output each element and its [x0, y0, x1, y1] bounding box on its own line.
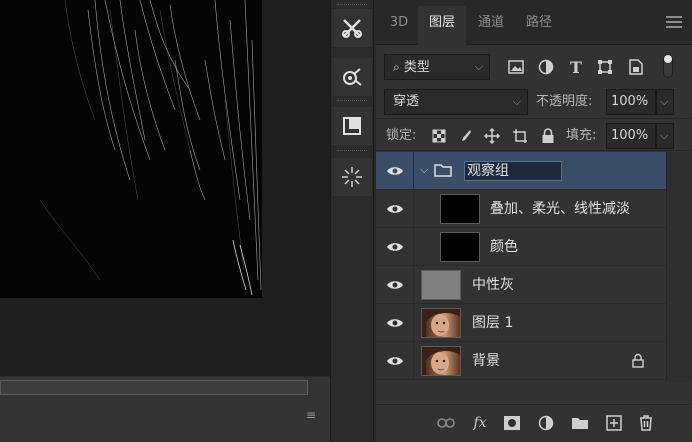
lock-label: 锁定:	[386, 128, 417, 143]
new-layer-icon[interactable]	[604, 413, 624, 433]
fill-label: 填充:	[566, 128, 597, 143]
panel-menu-icon[interactable]	[666, 16, 682, 30]
canvas-area[interactable]	[0, 0, 330, 398]
tab-channels[interactable]: 通道	[468, 10, 514, 45]
layer-row[interactable]: 背景	[376, 342, 666, 380]
status-strip	[0, 398, 330, 442]
hair-image	[0, 0, 262, 298]
document-canvas[interactable]	[0, 0, 262, 298]
layer-row[interactable]: 叠加、柔光、线性减淡	[376, 190, 666, 228]
layer-name: 中性灰	[472, 277, 514, 293]
link-layers-icon[interactable]	[436, 413, 456, 433]
layer-row-group[interactable]: ⌵ 观察组	[376, 152, 666, 190]
blend-mode-value: 穿透	[393, 94, 420, 109]
layer-name: 叠加、柔光、线性减淡	[490, 201, 630, 217]
lock-transparent-icon[interactable]	[430, 127, 448, 145]
eye-icon[interactable]	[376, 228, 414, 266]
search-icon: ⌕	[393, 60, 400, 74]
smart-object-filter-icon[interactable]	[627, 58, 645, 76]
chevron-down-icon: ⌵	[512, 95, 521, 108]
eye-icon[interactable]	[376, 342, 414, 380]
adjustment-layer-icon[interactable]	[536, 413, 556, 433]
blend-mode-select[interactable]: 穿透 ⌵	[384, 89, 528, 115]
panel-collapse-icon[interactable]: ≡	[306, 408, 320, 422]
opacity-dropdown-icon[interactable]: ⌵	[656, 89, 674, 115]
panel-dock	[330, 0, 374, 442]
layer-thumbnail	[440, 232, 480, 262]
layer-thumbnail	[440, 194, 480, 224]
layer-row[interactable]: 图层 1	[376, 304, 666, 342]
image-filter-icon[interactable]	[507, 58, 525, 76]
lock-pixels-icon[interactable]	[456, 127, 474, 145]
dock-grip[interactable]	[337, 4, 367, 6]
horizontal-scrollbar[interactable]	[0, 376, 330, 398]
eye-icon[interactable]	[376, 266, 414, 304]
tab-paths[interactable]: 路径	[516, 10, 562, 45]
fx-icon[interactable]: fx	[470, 413, 490, 433]
tab-3d[interactable]: 3D	[382, 10, 416, 45]
layer-name-input[interactable]: 观察组	[464, 161, 562, 181]
divider	[376, 118, 692, 119]
portrait-thumbnail	[421, 308, 461, 338]
panel-tabs: 3D 图层 通道 路径	[376, 0, 692, 46]
layer-thumbnail	[421, 270, 461, 300]
dock-grip[interactable]	[337, 100, 367, 102]
divider	[376, 150, 692, 151]
filter-kind-value: 类型	[403, 60, 430, 75]
fill-field[interactable]: 100%	[606, 123, 656, 149]
starburst-icon[interactable]	[332, 158, 372, 196]
adjustment-filter-icon[interactable]	[537, 58, 555, 76]
opacity-field[interactable]: 100%	[606, 89, 656, 115]
new-group-icon[interactable]	[570, 413, 590, 433]
layer-row[interactable]: 中性灰	[376, 266, 666, 304]
opacity-label: 不透明度:	[536, 94, 593, 109]
tab-layers[interactable]: 图层	[418, 6, 466, 46]
portrait-thumbnail	[421, 346, 461, 376]
eye-icon[interactable]	[376, 304, 414, 342]
layer-list-scrollbar[interactable]	[666, 152, 692, 382]
chevron-down-icon: ⌵	[474, 60, 483, 73]
layer-name: 背景	[472, 353, 500, 369]
layer-name: 图层 1	[472, 315, 514, 331]
layer-list: ⌵ 观察组 叠加、柔光、线性减淡 颜色 中性灰 图层 1 背景	[376, 152, 666, 382]
delete-layer-icon[interactable]	[636, 413, 656, 433]
chevron-down-icon[interactable]: ⌵	[420, 163, 428, 177]
type-filter-icon[interactable]: T	[567, 58, 585, 77]
add-mask-icon[interactable]	[502, 413, 522, 433]
channel-mixer-icon[interactable]	[332, 58, 372, 96]
layer-row[interactable]: 颜色	[376, 228, 666, 266]
layers-panel: 3D 图层 通道 路径 ⌕ 类型 ⌵ T 穿透 ⌵ 不透明度: 100% ⌵ 锁…	[376, 0, 692, 442]
eye-icon[interactable]	[376, 152, 414, 190]
tools-brush-scissors-icon[interactable]	[332, 9, 372, 47]
lock-all-icon[interactable]	[539, 127, 557, 145]
lock-artboard-icon[interactable]	[511, 127, 529, 145]
filter-kind-select[interactable]: ⌕ 类型 ⌵	[384, 54, 490, 80]
filter-toggle[interactable]	[663, 54, 673, 78]
folder-icon	[434, 163, 452, 181]
lock-position-icon[interactable]	[483, 127, 501, 145]
layer-lock-icon[interactable]	[632, 353, 644, 372]
layers-footer-toolbar: fx	[376, 404, 692, 442]
fill-dropdown-icon[interactable]: ⌵	[656, 123, 674, 149]
navigator-icon[interactable]	[332, 107, 372, 145]
shape-filter-icon[interactable]	[596, 58, 614, 76]
scrollbar-thumb[interactable]	[0, 380, 308, 395]
layer-name: 颜色	[490, 239, 518, 255]
eye-icon[interactable]	[376, 190, 414, 228]
dock-grip[interactable]	[337, 150, 367, 152]
